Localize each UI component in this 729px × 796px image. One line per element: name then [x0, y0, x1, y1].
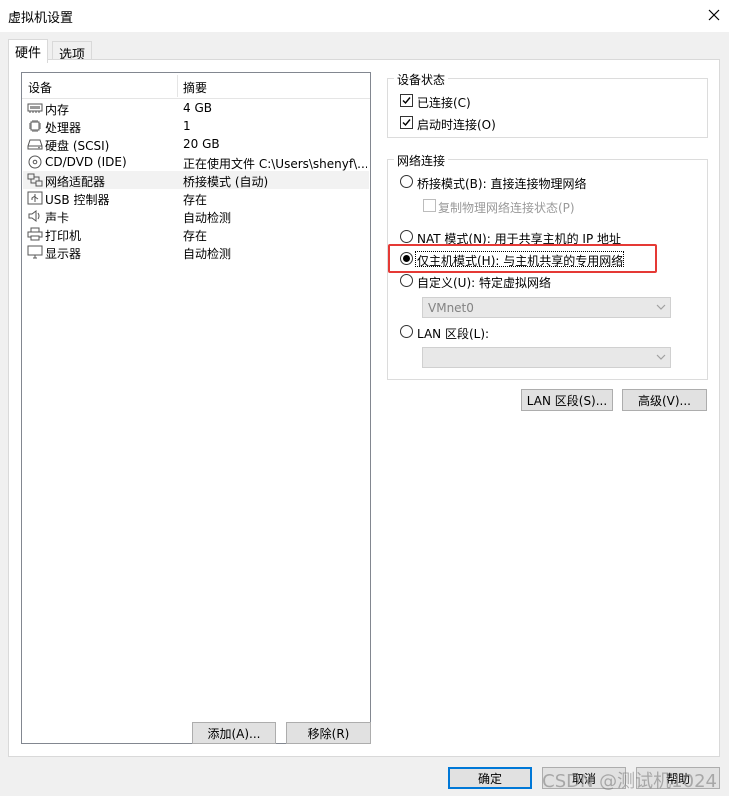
device-summary: 正在使用文件 C:\Users\shenyf\...: [183, 157, 367, 171]
replicate-state-checkbox[interactable]: [423, 199, 436, 212]
chevron-down-icon: [656, 354, 666, 360]
bridged-label[interactable]: 桥接模式(B): 直接连接物理网络: [417, 175, 586, 192]
remove-device-button[interactable]: 移除(R): [286, 722, 371, 744]
replicate-state-label[interactable]: 复制物理网络连接状态(P): [438, 199, 575, 216]
device-summary: 自动检测: [183, 247, 232, 261]
device-name: CD/DVD (IDE): [45, 155, 127, 169]
device-name: USB 控制器: [45, 193, 110, 207]
custom-network-value: VMnet0: [428, 301, 474, 315]
device-row-network-adapter[interactable]: 网络适配器 桥接模式 (自动): [23, 171, 369, 189]
device-summary: 自动检测: [183, 211, 232, 225]
connect-at-power-on-label[interactable]: 启动时连接(O): [417, 116, 496, 133]
device-list[interactable]: 设备 摘要 内存 4 GB 处理器 1 硬盘 (SCSI) 20 GB CD/D…: [21, 72, 371, 744]
usb-icon: [27, 191, 43, 205]
connected-label[interactable]: 已连接(C): [417, 94, 471, 111]
custom-label[interactable]: 自定义(U): 特定虚拟网络: [417, 274, 551, 291]
device-row-sound[interactable]: 声卡 自动检测: [23, 207, 369, 225]
close-icon: [708, 9, 720, 21]
device-summary: 20 GB: [183, 137, 220, 151]
device-summary: 桥接模式 (自动): [183, 175, 269, 189]
window-title: 虚拟机设置: [8, 11, 74, 26]
printer-icon: [27, 227, 43, 241]
processor-icon: [29, 120, 41, 132]
device-row-display[interactable]: 显示器 自动检测: [23, 243, 369, 261]
device-row-usb[interactable]: USB 控制器 存在: [23, 189, 369, 207]
column-header-summary[interactable]: 摘要: [183, 79, 207, 96]
cd-dvd-icon: [28, 155, 42, 169]
device-status-title: 设备状态: [394, 71, 449, 88]
device-row-harddisk[interactable]: 硬盘 (SCSI) 20 GB: [23, 135, 369, 153]
device-summary: 4 GB: [183, 101, 212, 115]
annotation-highlight-box: [388, 244, 657, 273]
lan-segment-select[interactable]: [422, 347, 671, 368]
device-name: 处理器: [45, 121, 82, 135]
tab-bar: 硬件 选项: [0, 32, 729, 63]
lan-segment-label[interactable]: LAN 区段(L):: [417, 325, 489, 342]
device-summary: 存在: [183, 229, 208, 243]
tab-hardware[interactable]: 硬件: [8, 39, 49, 63]
device-name: 显示器: [45, 247, 82, 261]
nat-radio[interactable]: [400, 230, 413, 243]
device-row-memory[interactable]: 内存 4 GB: [23, 99, 369, 117]
harddisk-icon: [27, 139, 43, 150]
checkmark-icon: [402, 119, 411, 127]
device-name: 打印机: [45, 229, 82, 243]
list-header: 设备 摘要: [22, 73, 370, 99]
device-name: 硬盘 (SCSI): [45, 139, 110, 153]
device-row-cd-dvd[interactable]: CD/DVD (IDE) 正在使用文件 C:\Users\shenyf\...: [23, 153, 369, 171]
column-header-device[interactable]: 设备: [28, 79, 52, 96]
add-device-button[interactable]: 添加(A)...: [192, 722, 276, 744]
chevron-down-icon: [656, 304, 666, 310]
device-row-printer[interactable]: 打印机 存在: [23, 225, 369, 243]
ok-button[interactable]: 确定: [448, 767, 532, 789]
column-separator[interactable]: [177, 75, 178, 97]
display-icon: [27, 245, 43, 259]
device-row-processor[interactable]: 处理器 1: [23, 117, 369, 135]
device-summary: 存在: [183, 193, 208, 207]
memory-icon: [27, 103, 43, 113]
network-connection-title: 网络连接: [394, 152, 449, 169]
network-adapter-icon: [27, 173, 43, 187]
connect-at-power-on-checkbox[interactable]: [400, 116, 413, 129]
connected-checkbox[interactable]: [400, 94, 413, 107]
checkmark-icon: [402, 97, 411, 105]
custom-radio[interactable]: [400, 274, 413, 287]
device-name: 声卡: [45, 211, 70, 225]
lan-segment-radio[interactable]: [400, 325, 413, 338]
bridged-radio[interactable]: [400, 175, 413, 188]
watermark: CSDN @测试机1024: [542, 771, 717, 792]
lan-segments-button[interactable]: LAN 区段(S)...: [521, 389, 613, 411]
device-name: 内存: [45, 103, 70, 117]
device-name: 网络适配器: [45, 175, 106, 189]
close-button[interactable]: [699, 0, 729, 30]
custom-network-select[interactable]: VMnet0: [422, 297, 671, 318]
title-bar: 虚拟机设置: [0, 0, 729, 32]
sound-icon: [28, 210, 40, 222]
device-summary: 1: [183, 119, 191, 133]
advanced-button[interactable]: 高级(V)...: [622, 389, 707, 411]
